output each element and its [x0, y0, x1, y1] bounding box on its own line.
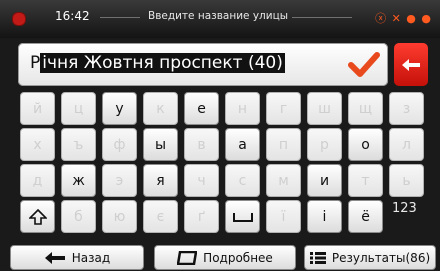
confirm-check-icon[interactable] [348, 50, 380, 80]
key-й: й [20, 92, 55, 125]
key-ц: ц [61, 92, 96, 125]
key-е[interactable]: е [184, 92, 219, 125]
results-button[interactable]: Результаты(86) [304, 245, 436, 270]
back-button[interactable]: Назад [10, 245, 144, 270]
status-bar: 16:42 Введите название улицы ⓧ ✕ ● ● [0, 0, 440, 38]
street-name-input[interactable]: Річня Жовтня проспект (40) [18, 43, 388, 86]
divider [292, 17, 352, 18]
key-н: н [225, 92, 260, 125]
keyboard-row: хъфывапрол [20, 128, 434, 161]
key-ї: ї [266, 200, 301, 233]
key-ж[interactable]: ж [61, 164, 96, 197]
details-button[interactable]: Подробнее [154, 245, 296, 270]
list-icon [309, 251, 326, 264]
backspace-arrow-icon [402, 58, 420, 71]
key-и[interactable]: и [307, 164, 342, 197]
page-title: Введите название улицы [148, 10, 289, 22]
key-щ: щ [348, 92, 383, 125]
details-label: Подробнее [203, 250, 273, 265]
key-д: д [20, 164, 55, 197]
numbers-toggle-button[interactable]: 123 [392, 201, 417, 216]
shift-key[interactable] [20, 200, 55, 233]
key-в: в [184, 128, 219, 161]
arrow-left-icon [44, 251, 65, 264]
status-indicator-icon [12, 12, 26, 26]
key-ы[interactable]: ы [143, 128, 178, 161]
key-є: є [143, 200, 178, 233]
key-ю: ю [102, 200, 137, 233]
key-ъ: ъ [61, 128, 96, 161]
key-ш: ш [307, 92, 342, 125]
key-с: с [225, 164, 260, 197]
key-э: э [102, 164, 137, 197]
back-label: Назад [71, 250, 111, 265]
keyboard-row: джэячсмить [20, 164, 434, 197]
key-я[interactable]: я [143, 164, 178, 197]
key-р: р [307, 128, 342, 161]
key-а[interactable]: а [225, 128, 260, 161]
input-selected-text: ічня Жовтня проспект (40) [40, 53, 285, 73]
key-к: к [143, 92, 178, 125]
results-label: Результаты(86) [331, 250, 431, 265]
key-з: з [389, 92, 424, 125]
key-і[interactable]: і [307, 200, 342, 233]
keyboard-row: бюєґ їіё [20, 200, 434, 233]
key-ё[interactable]: ё [348, 200, 383, 233]
key-л: л [389, 128, 424, 161]
key-о[interactable]: о [348, 128, 383, 161]
keyboard-row: йцукенгшщз [20, 92, 434, 125]
status-icons: ⓧ ✕ ● ● [375, 12, 432, 25]
key-г: г [266, 92, 301, 125]
key-ь: ь [389, 164, 424, 197]
key-ф: ф [102, 128, 137, 161]
input-prefix: Р [30, 53, 41, 73]
key-т: т [348, 164, 383, 197]
space-key[interactable] [225, 200, 260, 233]
key-у[interactable]: у [102, 92, 137, 125]
space-icon [232, 212, 253, 222]
key-ч: ч [184, 164, 219, 197]
key-б: б [61, 200, 96, 233]
shift-icon [28, 208, 47, 225]
divider [100, 17, 140, 18]
input-value: Річня Жовтня проспект (40) [30, 53, 285, 73]
key-м: м [266, 164, 301, 197]
key-х: х [20, 128, 55, 161]
details-icon [177, 250, 198, 265]
key-п: п [266, 128, 301, 161]
clock: 16:42 [55, 9, 90, 23]
backspace-button[interactable] [394, 43, 428, 86]
key-ґ: ґ [184, 200, 219, 233]
